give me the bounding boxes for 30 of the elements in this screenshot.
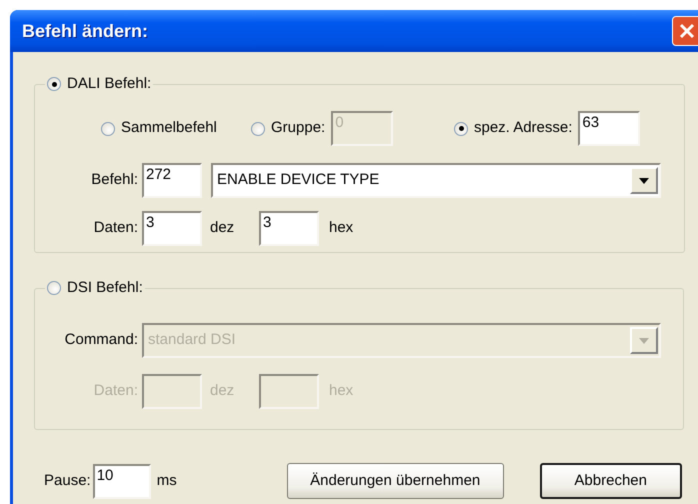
radio-label: spez. Adresse: xyxy=(474,118,572,138)
field-label: Daten: xyxy=(94,381,138,402)
input-field[interactable]: 63 xyxy=(578,111,640,146)
input-field[interactable]: 3 xyxy=(142,211,202,246)
input-field[interactable] xyxy=(142,374,202,409)
input-field[interactable]: 272 xyxy=(142,163,202,198)
group-label: DSI Befehl: xyxy=(67,278,143,298)
input-field[interactable]: 10 xyxy=(92,464,151,498)
dialog-button[interactable]: Änderungen übernehmen xyxy=(286,463,504,499)
unit-label: dez xyxy=(210,218,236,238)
radio-button[interactable] xyxy=(101,122,115,136)
dropdown[interactable]: ENABLE DEVICE TYPE xyxy=(211,163,661,198)
unit-label: hex xyxy=(329,381,354,402)
field-label: Pause: xyxy=(44,470,91,491)
field-label: Befehl: xyxy=(91,170,138,190)
window-title: Befehl ändern: xyxy=(22,20,148,42)
dialog-button[interactable]: Abbrechen xyxy=(540,463,682,499)
field-label: Command: xyxy=(64,330,138,350)
unit-label: dez xyxy=(210,381,236,402)
input-field[interactable] xyxy=(259,374,319,409)
field-label: Daten: xyxy=(94,218,138,238)
unit-label: ms xyxy=(156,470,178,491)
radio-label: Sammelbefehl xyxy=(121,118,217,138)
radio-button[interactable] xyxy=(454,122,468,136)
radio-label: Gruppe: xyxy=(271,118,326,138)
input-field[interactable]: 3 xyxy=(259,211,319,246)
group-label: DALI Befehl: xyxy=(67,74,152,94)
close-icon[interactable] xyxy=(672,16,698,46)
unit-label: hex xyxy=(329,218,354,238)
radio-button[interactable] xyxy=(47,77,61,91)
